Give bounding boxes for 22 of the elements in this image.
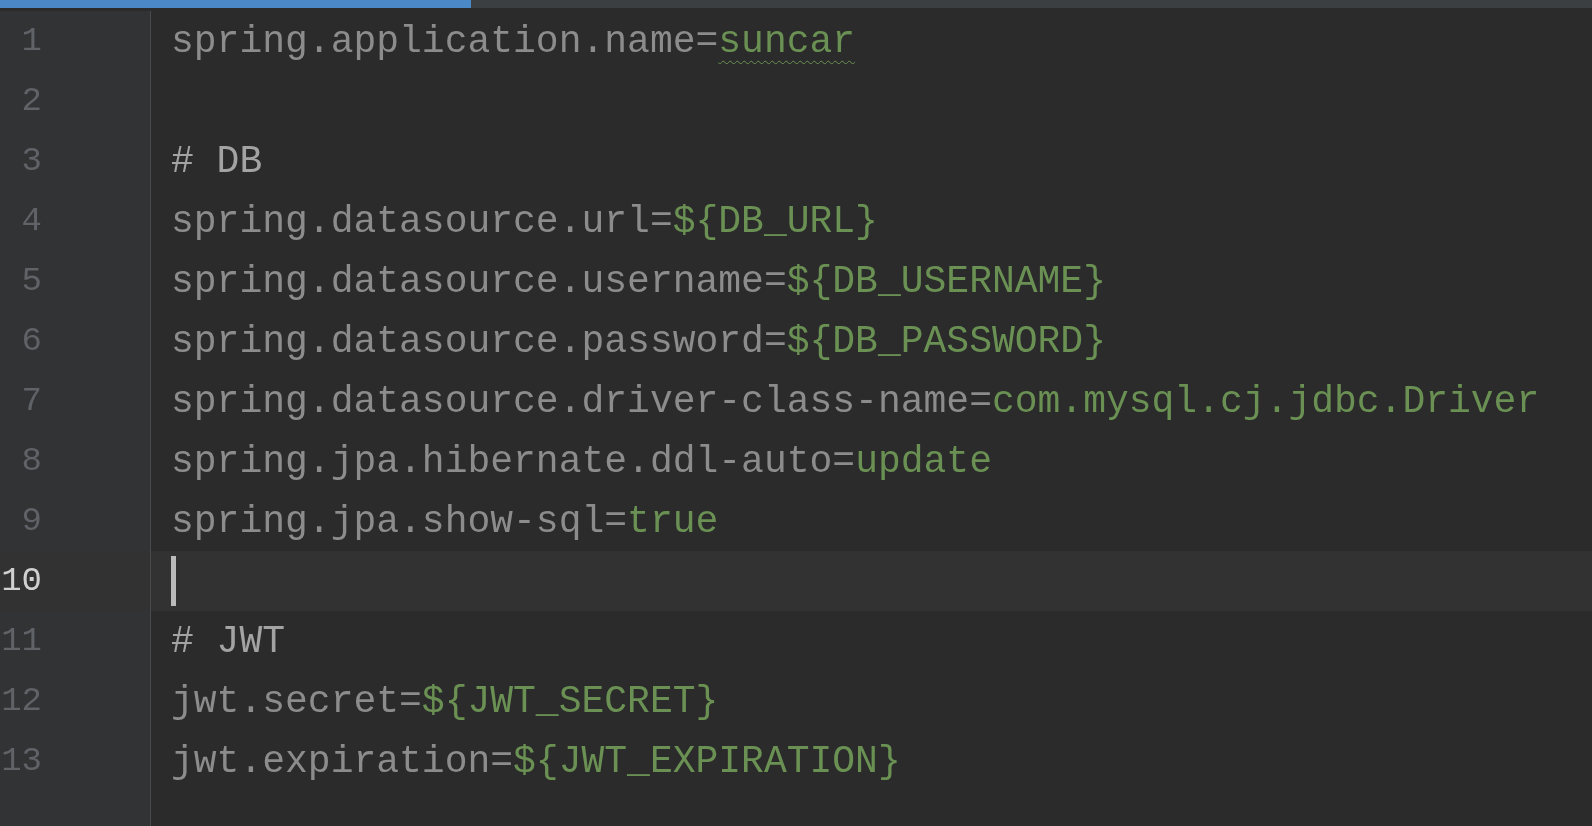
property-value: ${DB_URL}: [672, 198, 878, 245]
property-key: jwt.expiration=: [171, 732, 514, 790]
property-value: ${DB_USERNAME}: [786, 258, 1106, 305]
property-value: ${JWT_EXPIRATION}: [513, 738, 901, 785]
property-key: spring.application.name=: [171, 12, 719, 70]
property-key: spring.datasource.password=: [171, 312, 787, 370]
property-value: ${JWT_SECRET}: [421, 678, 719, 725]
property-key: spring.jpa.show-sql=: [171, 492, 628, 550]
property-key: spring.datasource.url=: [171, 192, 673, 250]
code-comment: # JWT: [171, 618, 286, 665]
property-value: true: [627, 498, 719, 545]
code-comment: # DB: [171, 138, 263, 185]
line-number: 10: [1, 560, 42, 602]
property-value: com.mysql.cj.jdbc.Driver: [991, 378, 1540, 425]
property-value: suncar: [718, 18, 856, 65]
property-key: jwt.secret=: [171, 672, 422, 730]
property-key: spring.datasource.driver-class-name=: [171, 372, 992, 430]
property-key: spring.datasource.username=: [171, 252, 787, 310]
property-value: update: [855, 438, 992, 485]
property-value: ${DB_PASSWORD}: [786, 318, 1106, 365]
text-cursor: [171, 556, 176, 606]
property-key: spring.jpa.hibernate.ddl-auto=: [171, 432, 856, 490]
